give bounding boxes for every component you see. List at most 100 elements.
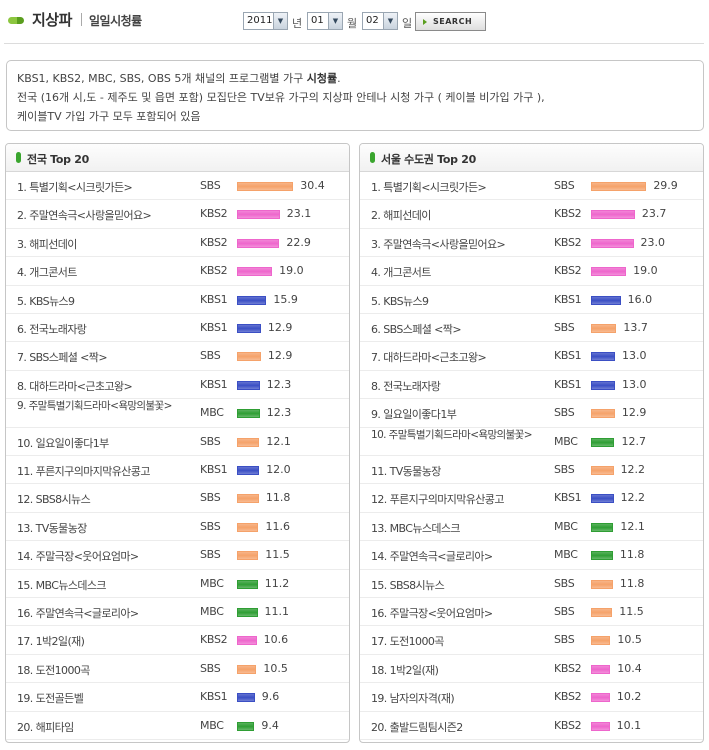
program-name[interactable]: 6. SBS스페셜 <짝> <box>371 321 551 337</box>
channel-label: MBC <box>200 576 224 590</box>
program-name[interactable]: 20. 출발드림팀시즌2 <box>371 719 551 735</box>
rating-value: 11.8 <box>619 548 645 562</box>
notice-line-1-suffix: . <box>337 72 341 85</box>
program-title: KBS뉴스9 <box>29 294 75 308</box>
program-name[interactable]: 5. KBS뉴스9 <box>17 293 197 309</box>
rating-bar <box>237 182 294 191</box>
program-title: 개그콘서트 <box>29 266 77 280</box>
rating-bar <box>237 466 260 475</box>
program-name[interactable]: 10. 주말특별기획드라마<욕망의불꽃> <box>371 429 551 441</box>
program-name[interactable]: 19. 도전골든벨 <box>17 690 197 706</box>
rating-bar <box>591 664 611 674</box>
rating-value: 11.1 <box>264 605 290 618</box>
ranking-row: 7. 대하드라마<근초고왕> KBS1 13.0 <box>360 342 703 371</box>
channel-label: SBS <box>554 633 575 647</box>
program-name[interactable]: 19. 남자의자격(재) <box>371 690 551 706</box>
program-name[interactable]: 18. 도전1000곡 <box>17 662 197 678</box>
program-name[interactable]: 4. 개그콘서트 <box>17 264 197 280</box>
program-title: 해피선데이 <box>383 209 431 223</box>
channel-label: SBS <box>200 434 221 448</box>
program-name[interactable]: 11. TV동물농장 <box>371 463 551 479</box>
rank-number: 11. <box>371 465 387 478</box>
rank-number: 4. <box>371 266 381 280</box>
channel-label: SBS <box>554 179 575 192</box>
rating-bar <box>591 721 610 731</box>
notice-line-1-text: KBS1, KBS2, MBC, SBS, OBS 5개 채널의 프로그램별 가… <box>17 72 307 85</box>
day-select[interactable]: 02 ▼ <box>362 12 398 30</box>
rating-bar <box>237 409 260 419</box>
program-name[interactable]: 13. TV동물농장 <box>17 520 197 536</box>
program-name[interactable]: 6. 전국노래자랑 <box>17 321 197 337</box>
ranking-row: 11. TV동물농장 SBS 12.2 <box>360 456 703 485</box>
program-title: SBS8시뉴스 <box>35 493 91 507</box>
program-name[interactable]: 11. 푸른지구의마지막유산콩고 <box>17 463 197 479</box>
rank-number: 12. <box>17 493 33 507</box>
program-name[interactable]: 7. SBS스페셜 <짝> <box>17 349 197 365</box>
rating-bar <box>237 267 273 277</box>
rating-bar <box>237 579 258 589</box>
program-name[interactable]: 2. 주말연속극<사랑을믿어요> <box>17 207 197 223</box>
program-title: SBS8시뉴스 <box>389 578 445 592</box>
search-button-label: SEARCH <box>433 17 473 26</box>
rating-bar <box>591 295 621 305</box>
program-title: 특별기획<시크릿가든> <box>29 181 133 194</box>
rank-number: 12. <box>371 493 387 507</box>
program-name[interactable]: 9. 주말특별기획드라마<욕망의불꽃> <box>17 400 197 412</box>
program-name[interactable]: 4. 개그콘서트 <box>371 264 551 280</box>
program-name[interactable]: 16. 주말극장<웃어요엄마> <box>371 605 551 621</box>
channel-label: KBS2 <box>554 264 582 278</box>
program-name[interactable]: 1. 특별기획<시크릿가든> <box>371 179 551 195</box>
program-name[interactable]: 3. 주말연속극<사랑을믿어요> <box>371 236 551 252</box>
program-name[interactable]: 8. 전국노래자랑 <box>371 378 551 394</box>
program-name[interactable]: 9. 일요일이좋다1부 <box>371 406 551 422</box>
rating-value: 12.1 <box>266 434 291 448</box>
program-name[interactable]: 10. 일요일이좋다1부 <box>17 435 197 451</box>
panel-header: 서울 수도권 Top 20 <box>360 144 703 172</box>
program-name[interactable]: 20. 해피타임 <box>17 719 197 735</box>
program-name[interactable]: 3. 해피선데이 <box>17 236 197 252</box>
search-button[interactable]: SEARCH <box>415 12 486 31</box>
ranking-row: 15. MBC뉴스데스크 MBC 11.2 <box>6 570 349 598</box>
program-name[interactable]: 5. KBS뉴스9 <box>371 293 551 309</box>
program-name[interactable]: 1. 특별기획<시크릿가든> <box>17 179 197 195</box>
program-title: SBS스페셜 <짝> <box>383 323 461 336</box>
program-title: TV동물농장 <box>389 465 442 478</box>
program-name[interactable]: 7. 대하드라마<근초고왕> <box>371 349 551 365</box>
program-title: 1박2일(재) <box>35 635 85 649</box>
chevron-down-icon: ▼ <box>383 13 397 29</box>
rank-number: 19. <box>371 692 387 706</box>
program-name[interactable]: 12. SBS8시뉴스 <box>17 491 197 507</box>
ranking-row: 1. 특별기획<시크릿가든> SBS 30.4 <box>6 172 349 201</box>
rank-number: 17. <box>371 635 387 649</box>
channel-label: KBS1 <box>554 349 582 363</box>
program-name[interactable]: 17. 도전1000곡 <box>371 633 551 649</box>
program-name[interactable]: 17. 1박2일(재) <box>17 633 197 649</box>
program-name[interactable]: 8. 대하드라마<근초고왕> <box>17 378 197 394</box>
chevron-down-icon: ▼ <box>273 13 287 29</box>
rating-value: 10.6 <box>263 633 289 647</box>
panel-title: 전국 Top 20 <box>27 153 89 166</box>
rank-number: 8. <box>371 379 381 393</box>
rating-value: 11.6 <box>265 519 290 533</box>
program-name[interactable]: 16. 주말연속극<글로리아> <box>17 605 197 621</box>
channel-label: SBS <box>554 406 575 420</box>
program-name[interactable]: 15. SBS8시뉴스 <box>371 577 551 593</box>
month-select[interactable]: 01 ▼ <box>307 12 343 30</box>
program-name[interactable]: 13. MBC뉴스데스크 <box>371 520 551 536</box>
program-name[interactable]: 2. 해피선데이 <box>371 207 551 223</box>
program-name[interactable]: 14. 주말극장<웃어요엄마> <box>17 548 197 564</box>
channel-label: KBS2 <box>554 690 582 704</box>
ranking-row: 9. 일요일이좋다1부 SBS 12.9 <box>360 399 703 428</box>
ranking-row: 14. 주말극장<웃어요엄마> SBS 11.5 <box>6 541 349 570</box>
program-name[interactable]: 14. 주말연속극<글로리아> <box>371 548 551 564</box>
rank-number: 13. <box>17 521 33 535</box>
year-select[interactable]: 2011 ▼ <box>243 12 288 30</box>
program-title: 주말극장<웃어요엄마> <box>35 550 140 564</box>
rating-value: 12.7 <box>621 434 646 448</box>
page-subtitle: 일일시청률 <box>89 14 142 28</box>
program-name[interactable]: 18. 1박2일(재) <box>371 662 551 678</box>
program-name[interactable]: 12. 푸른지구의마지막유산콩고 <box>371 491 551 507</box>
ranking-row: 4. 개그콘서트 KBS2 19.0 <box>6 257 349 286</box>
rating-bar <box>237 693 255 703</box>
program-name[interactable]: 15. MBC뉴스데스크 <box>17 577 197 593</box>
